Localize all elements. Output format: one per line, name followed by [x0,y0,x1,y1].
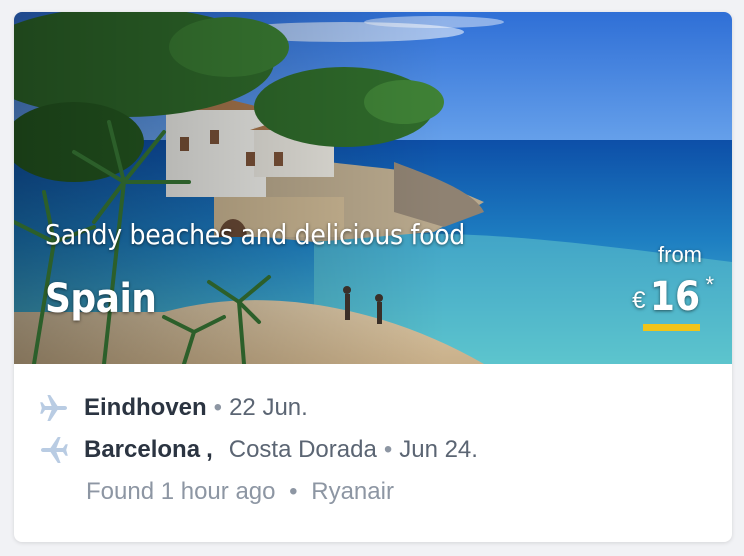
return-region: Costa Dorada [228,436,377,463]
found-info: Found 1 hour ago • Ryanair [86,478,394,506]
departure-row: Eindhoven • 22 Jun. [38,392,308,424]
price-line: € 16 * [632,272,714,320]
departure-date: 22 Jun. [229,394,308,421]
return-separator: • [383,436,393,463]
return-comma: , [206,436,213,463]
price-underline [643,324,700,331]
airline-name: Ryanair [311,478,394,505]
departure-city: Eindhoven [84,394,207,421]
price-asterisk: * [705,272,714,297]
price-amount: 16 [649,274,700,320]
price-from-label: from [658,242,702,267]
deal-details: Eindhoven • 22 Jun. Barcelona , Costa Do… [14,364,732,542]
return-date: Jun 24. [399,436,478,463]
deal-card[interactable]: Sandy beaches and delicious food Spain f… [14,12,732,542]
return-city: Barcelona [84,436,201,463]
departure-separator: • [213,394,223,421]
destination-image[interactable]: Sandy beaches and delicious food Spain f… [14,12,732,364]
found-time: Found 1 hour ago [86,478,276,505]
destination-country: Spain [45,276,157,322]
price-currency: € [632,287,646,314]
found-separator: • [289,478,298,505]
deal-tagline: Sandy beaches and delicious food [45,218,465,251]
return-row: Barcelona , Costa Dorada • Jun 24. [38,434,478,466]
plane-departure-icon [38,392,70,424]
plane-return-icon [38,434,70,466]
price-block: from € 16 * [632,242,714,331]
